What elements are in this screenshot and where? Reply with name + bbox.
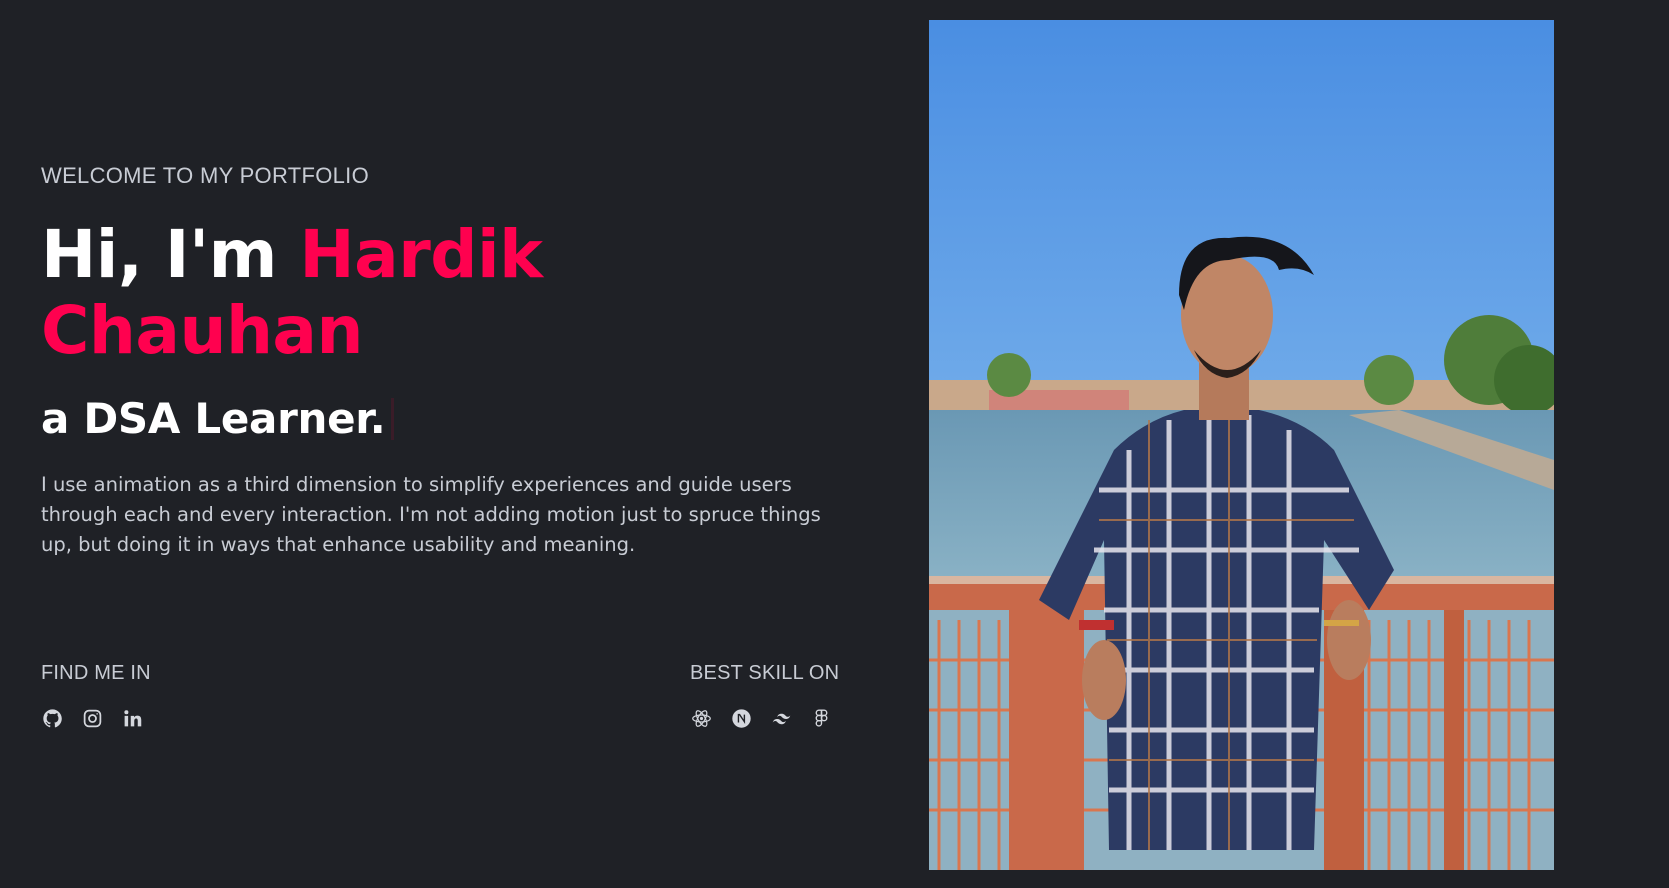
social-links (41, 707, 144, 730)
role-text: a DSA Learner. (41, 394, 386, 443)
welcome-text: WELCOME TO MY PORTFOLIO (41, 163, 369, 188)
portfolio-page: WELCOME TO MY PORTFOLIO Hi, I'm Hardik C… (0, 0, 1669, 888)
hero-description: I use animation as a third dimension to … (41, 473, 821, 556)
linkedin-icon[interactable] (121, 707, 144, 730)
github-icon[interactable] (41, 707, 64, 730)
best-skill-label: BEST SKILL ON (690, 662, 840, 684)
nextjs-icon (730, 707, 753, 730)
instagram-icon[interactable] (81, 707, 104, 730)
skill-icons (690, 707, 833, 730)
typing-cursor (391, 397, 395, 440)
profile-photo (929, 20, 1554, 870)
last-name: Chauhan (41, 292, 363, 369)
react-icon (690, 707, 713, 730)
greeting-text: Hi, I'm (41, 216, 300, 293)
find-me-label: FIND ME IN (41, 662, 151, 684)
first-name: Hardik (299, 216, 543, 293)
figma-icon (810, 707, 833, 730)
hero-headline: Hi, I'm Hardik Chauhan (41, 217, 543, 369)
typed-role: a DSA Learner. (41, 394, 395, 443)
tailwind-icon (770, 707, 793, 730)
hero-text-column: WELCOME TO MY PORTFOLIO Hi, I'm Hardik C… (41, 0, 861, 888)
profile-photo-illustration (929, 20, 1554, 870)
